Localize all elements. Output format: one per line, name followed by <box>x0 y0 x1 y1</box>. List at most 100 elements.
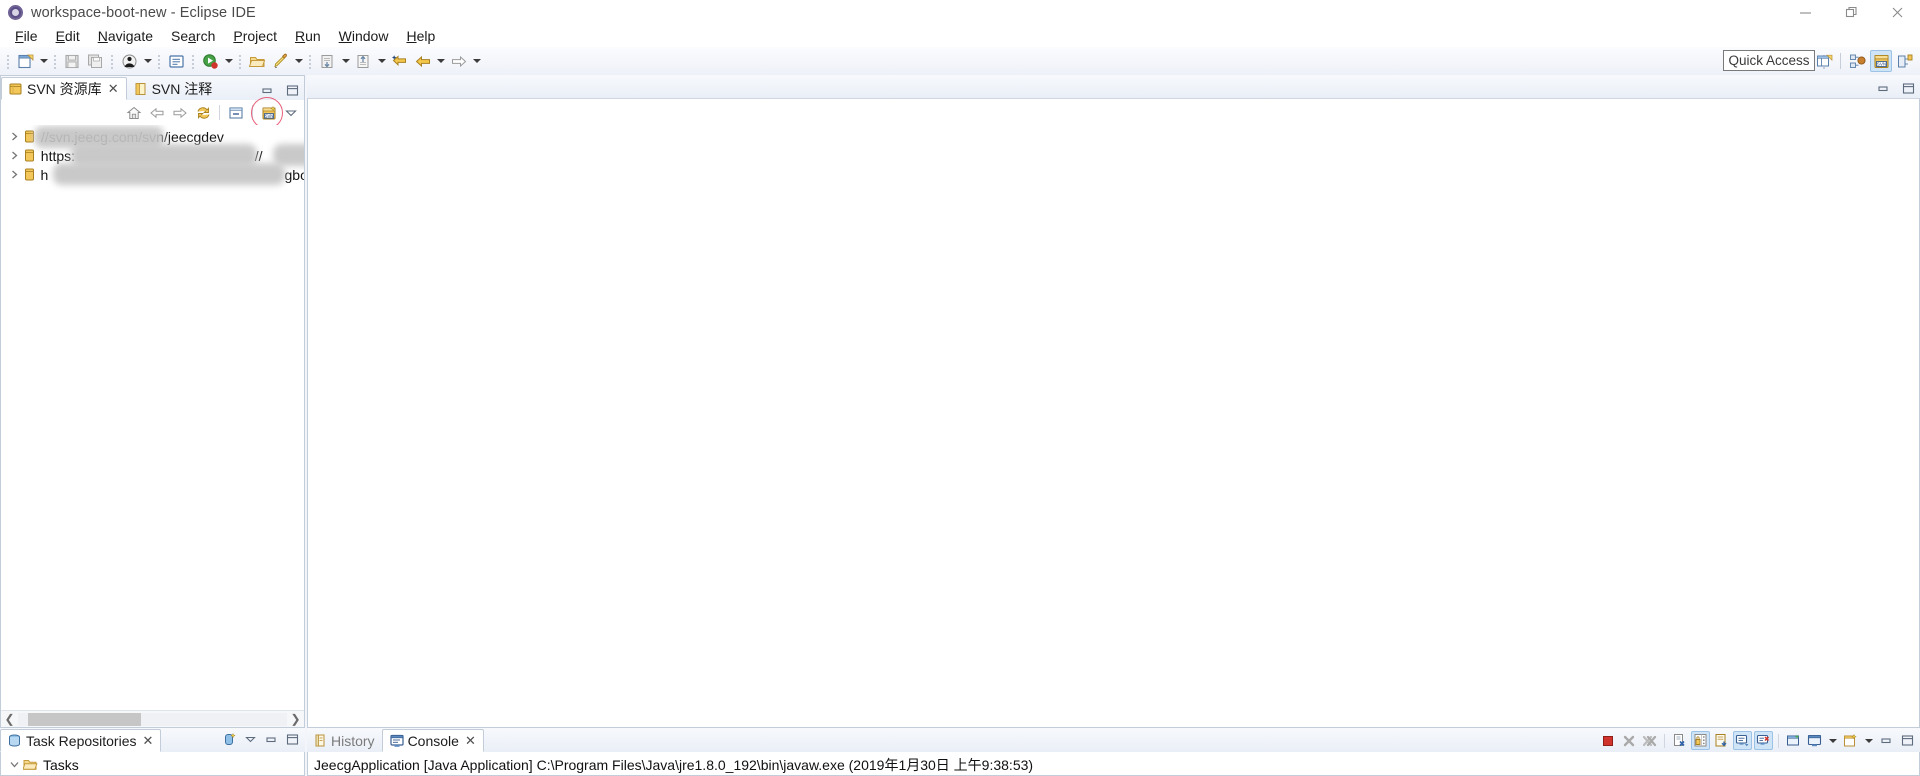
menu-run[interactable]: Run <box>286 25 330 47</box>
horizontal-scrollbar[interactable]: ❮ ❯ <box>1 710 304 727</box>
tree-item-tasks[interactable]: Tasks <box>1 755 304 774</box>
save-button[interactable] <box>61 50 84 73</box>
close-icon[interactable]: ✕ <box>108 81 119 97</box>
editor-tab-bar <box>307 75 1920 99</box>
toolbar-grip[interactable] <box>156 52 163 70</box>
menu-navigate[interactable]: Navigate <box>89 25 162 47</box>
forward-dropdown[interactable] <box>470 50 483 73</box>
maximize-button[interactable] <box>1898 731 1917 750</box>
minimize-button[interactable] <box>1875 81 1891 95</box>
run-dropdown[interactable] <box>222 50 235 73</box>
perspective-java-button[interactable] <box>1846 50 1868 72</box>
tab-svn-repository[interactable]: SVN 资源库 ✕ <box>1 77 127 100</box>
marker-dropdown[interactable] <box>292 50 305 73</box>
perspective-other-button[interactable] <box>1894 50 1916 72</box>
back-button[interactable] <box>146 103 168 123</box>
menu-search[interactable]: Search <box>162 25 224 47</box>
tab-task-repositories[interactable]: Task Repositories ✕ <box>0 729 162 752</box>
forward-button[interactable] <box>169 103 191 123</box>
new-wizard-dropdown[interactable] <box>37 50 50 73</box>
close-button[interactable] <box>1874 0 1920 25</box>
home-button[interactable] <box>123 103 145 123</box>
run-button[interactable] <box>199 50 222 73</box>
minimize-button[interactable] <box>259 83 275 97</box>
editor-canvas[interactable] <box>307 99 1920 728</box>
refresh-button[interactable] <box>192 103 214 123</box>
scrollbar-track[interactable] <box>18 712 287 726</box>
perspective-svn-button[interactable]: SVN <box>1870 50 1892 72</box>
restore-button[interactable] <box>1828 0 1874 25</box>
remove-launch-button[interactable] <box>1619 731 1638 750</box>
tab-console[interactable]: Console ✕ <box>381 729 484 752</box>
chevron-right-icon[interactable] <box>7 151 22 160</box>
open-console-button[interactable] <box>1841 731 1860 750</box>
quick-access-input[interactable]: Quick Access <box>1723 50 1815 71</box>
console-output[interactable]: JeecgApplication [Java Application] C:\P… <box>307 752 1920 776</box>
debug-dropdown[interactable] <box>141 50 154 73</box>
word-wrap-button[interactable] <box>1712 731 1731 750</box>
chevron-right-icon[interactable] <box>7 170 22 179</box>
save-all-button[interactable] <box>84 50 107 73</box>
back-dropdown[interactable] <box>434 50 447 73</box>
toolbar-grip[interactable] <box>52 52 59 70</box>
maximize-button[interactable] <box>284 83 300 97</box>
tab-svn-annotate[interactable]: SVN 注释 <box>127 77 220 100</box>
maximize-button[interactable] <box>1900 81 1916 95</box>
menu-project[interactable]: Project <box>224 25 286 47</box>
minimize-button[interactable] <box>1877 731 1896 750</box>
menu-edit[interactable]: Edit <box>47 25 89 47</box>
display-console-dropdown[interactable] <box>1826 731 1839 750</box>
import-button[interactable] <box>316 50 339 73</box>
debug-button[interactable] <box>118 50 141 73</box>
show-console-on-output-button[interactable] <box>1733 731 1752 750</box>
task-repositories-tree[interactable]: Tasks <box>0 752 305 776</box>
new-repository-location-button[interactable]: SVN <box>251 96 283 129</box>
back-arrow-button[interactable] <box>411 50 434 73</box>
scroll-left-icon[interactable]: ❮ <box>1 711 18 728</box>
toolbar-grip[interactable] <box>5 52 12 70</box>
terminate-button[interactable] <box>1598 731 1617 750</box>
chevron-down-icon[interactable] <box>7 760 22 769</box>
maximize-button[interactable] <box>283 730 302 749</box>
scroll-lock-button[interactable] <box>1691 731 1710 750</box>
scroll-right-icon[interactable]: ❯ <box>287 711 304 728</box>
view-menu-button[interactable] <box>281 103 301 123</box>
open-folder-button[interactable] <box>246 50 269 73</box>
forward-arrow-button[interactable] <box>447 50 470 73</box>
toolbar-grip[interactable] <box>109 52 116 70</box>
toolbar-grip[interactable] <box>237 52 244 70</box>
menu-file[interactable]: File <box>6 25 47 47</box>
close-icon[interactable]: ✕ <box>465 733 476 749</box>
remove-all-terminated-button[interactable] <box>1640 731 1659 750</box>
minimize-button[interactable] <box>262 730 281 749</box>
display-selected-console-button[interactable] <box>1805 731 1824 750</box>
open-console-dropdown[interactable] <box>1862 731 1875 750</box>
minimize-button[interactable] <box>1782 0 1828 25</box>
toolbar-grip[interactable] <box>190 52 197 70</box>
show-console-on-error-button[interactable] <box>1754 731 1773 750</box>
svn-repository-tree[interactable]: //svn.jeecg.com/svn/jeecgdev <box>1 125 304 710</box>
open-console-button[interactable] <box>165 50 188 73</box>
new-wizard-button[interactable] <box>14 50 37 73</box>
tab-history[interactable]: History <box>307 729 382 752</box>
add-repository-button[interactable] <box>220 730 239 749</box>
open-perspective-button[interactable] <box>1813 50 1835 72</box>
close-icon[interactable]: ✕ <box>143 733 154 749</box>
scrollbar-thumb[interactable] <box>28 712 141 726</box>
view-menu-button[interactable] <box>241 730 260 749</box>
clear-console-button[interactable] <box>1670 731 1689 750</box>
export-dropdown[interactable] <box>375 50 388 73</box>
chevron-right-icon[interactable] <box>7 132 22 141</box>
last-edit-button[interactable] <box>388 50 411 73</box>
tree-item-repository[interactable]: h gbo <box>1 162 304 185</box>
editor-part-controls <box>1875 81 1916 95</box>
menu-window[interactable]: Window <box>330 25 398 47</box>
pin-console-button[interactable] <box>1784 731 1803 750</box>
import-dropdown[interactable] <box>339 50 352 73</box>
menu-help[interactable]: Help <box>397 25 444 47</box>
marker-button[interactable] <box>269 50 292 73</box>
collapse-all-button[interactable] <box>225 103 247 123</box>
task-repositories-part: Task Repositories ✕ Tasks <box>0 728 305 776</box>
export-button[interactable] <box>352 50 375 73</box>
toolbar-grip[interactable] <box>307 52 314 70</box>
